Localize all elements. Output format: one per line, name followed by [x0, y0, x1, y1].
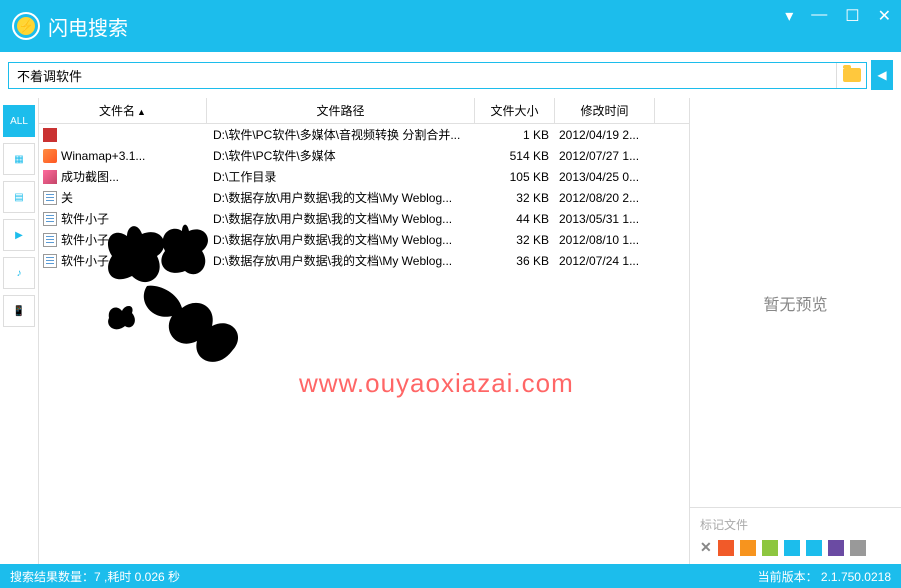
file-size: 1 KB: [475, 128, 555, 142]
table-row[interactable]: D:\软件\PC软件\多媒体\音视频转换 分割合并...1 KB2012/04/…: [39, 124, 689, 145]
file-size: 32 KB: [475, 233, 555, 247]
col-date[interactable]: 修改时间: [555, 98, 655, 123]
file-list: 文件名▲ 文件路径 文件大小 修改时间 D:\软件\PC软件\多媒体\音视频转换…: [39, 98, 689, 564]
status-results: 搜索结果数量：7 ,耗时 0.026 秒: [10, 568, 180, 585]
tag-color[interactable]: [718, 540, 734, 556]
file-name: 关: [61, 189, 73, 206]
file-icon: [43, 170, 57, 184]
file-date: 2012/07/27 1...: [555, 149, 655, 163]
file-date: 2012/07/24 1...: [555, 254, 655, 268]
table-row[interactable]: Winamap+3.1... D:\软件\PC软件\多媒体514 KB2012/0…: [39, 145, 689, 166]
filter-audio[interactable]: ♪: [3, 257, 35, 289]
file-icon: [43, 149, 57, 163]
app-logo: ⚡: [12, 12, 40, 40]
preview-empty: 暂无预览: [690, 98, 901, 507]
status-version: 当前版本： 2.1.750.0218: [758, 568, 891, 585]
file-size: 32 KB: [475, 191, 555, 205]
table-row[interactable]: 软件小子 ( D:\数据存放\用户数据\我的文档\My Weblog...32 K…: [39, 229, 689, 250]
file-name: Winamap+3.1...: [61, 149, 145, 163]
file-icon: [43, 212, 57, 226]
app-title: 闪电搜索: [48, 12, 128, 41]
tags-title: 标记文件: [700, 516, 891, 533]
table-row[interactable]: 成功截图... D:\工作目录105 KB2013/04/25 0...: [39, 166, 689, 187]
table-row[interactable]: 关 D:\数据存放\用户数据\我的文档\My Weblog...32 KB2012…: [39, 187, 689, 208]
table-row[interactable]: 软件小子 D:\数据存放\用户数据\我的文档\My Weblog...44 KB2…: [39, 208, 689, 229]
dropdown-icon[interactable]: ▾: [785, 6, 793, 26]
tag-color[interactable]: [806, 540, 822, 556]
file-name: 软件小子: [61, 210, 109, 227]
filter-images[interactable]: ▦: [3, 143, 35, 175]
tag-color[interactable]: [784, 540, 800, 556]
col-name[interactable]: 文件名▲: [39, 98, 207, 123]
table-header: 文件名▲ 文件路径 文件大小 修改时间: [39, 98, 689, 124]
file-name: 成功截图...: [61, 168, 119, 185]
file-path: D:\工作目录: [207, 168, 475, 185]
file-date: 2012/04/19 2...: [555, 128, 655, 142]
folder-icon: [843, 68, 861, 82]
filter-mobile[interactable]: 📱: [3, 295, 35, 327]
sort-arrow-icon: ▲: [137, 107, 146, 117]
folder-button[interactable]: [836, 63, 866, 88]
search-row: ◀: [0, 52, 901, 98]
file-icon: [43, 254, 57, 268]
file-size: 514 KB: [475, 149, 555, 163]
close-icon[interactable]: ✕: [878, 6, 891, 26]
maximize-icon[interactable]: ☐: [845, 6, 859, 26]
file-path: D:\数据存放\用户数据\我的文档\My Weblog...: [207, 210, 475, 227]
preview-panel: 暂无预览 标记文件 ✕: [689, 98, 901, 564]
file-path: D:\数据存放\用户数据\我的文档\My Weblog...: [207, 252, 475, 269]
tags-panel: 标记文件 ✕: [690, 507, 901, 564]
file-name: 软件小子（ 件）: [61, 252, 148, 269]
file-icon: [43, 128, 57, 142]
file-size: 105 KB: [475, 170, 555, 184]
tag-color[interactable]: [828, 540, 844, 556]
file-path: D:\数据存放\用户数据\我的文档\My Weblog...: [207, 231, 475, 248]
file-size: 36 KB: [475, 254, 555, 268]
sidebar: ALL ▦ ▤ ▶ ♪ 📱: [0, 98, 38, 564]
filter-video[interactable]: ▶: [3, 219, 35, 251]
table-row[interactable]: 软件小子（ 件） D:\数据存放\用户数据\我的文档\My Weblog...36…: [39, 250, 689, 271]
minimize-icon[interactable]: —: [811, 6, 827, 26]
file-path: D:\软件\PC软件\多媒体\音视频转换 分割合并...: [207, 126, 475, 143]
filter-all[interactable]: ALL: [3, 105, 35, 137]
file-path: D:\软件\PC软件\多媒体: [207, 147, 475, 164]
titlebar: ⚡ 闪电搜索 ▾ — ☐ ✕: [0, 0, 901, 52]
tag-clear-icon[interactable]: ✕: [700, 539, 712, 556]
search-input[interactable]: [9, 63, 836, 88]
status-bar: 搜索结果数量：7 ,耗时 0.026 秒 当前版本： 2.1.750.0218: [0, 564, 901, 588]
tag-color[interactable]: [740, 540, 756, 556]
file-size: 44 KB: [475, 212, 555, 226]
col-size[interactable]: 文件大小: [475, 98, 555, 123]
collapse-preview-button[interactable]: ◀: [871, 60, 893, 90]
file-icon: [43, 233, 57, 247]
tag-color[interactable]: [850, 540, 866, 556]
file-icon: [43, 191, 57, 205]
tag-color[interactable]: [762, 540, 778, 556]
file-date: 2013/05/31 1...: [555, 212, 655, 226]
filter-docs[interactable]: ▤: [3, 181, 35, 213]
file-date: 2013/04/25 0...: [555, 170, 655, 184]
col-path[interactable]: 文件路径: [207, 98, 475, 123]
file-path: D:\数据存放\用户数据\我的文档\My Weblog...: [207, 189, 475, 206]
file-date: 2012/08/20 2...: [555, 191, 655, 205]
file-date: 2012/08/10 1...: [555, 233, 655, 247]
file-name: 软件小子 (: [61, 231, 116, 248]
